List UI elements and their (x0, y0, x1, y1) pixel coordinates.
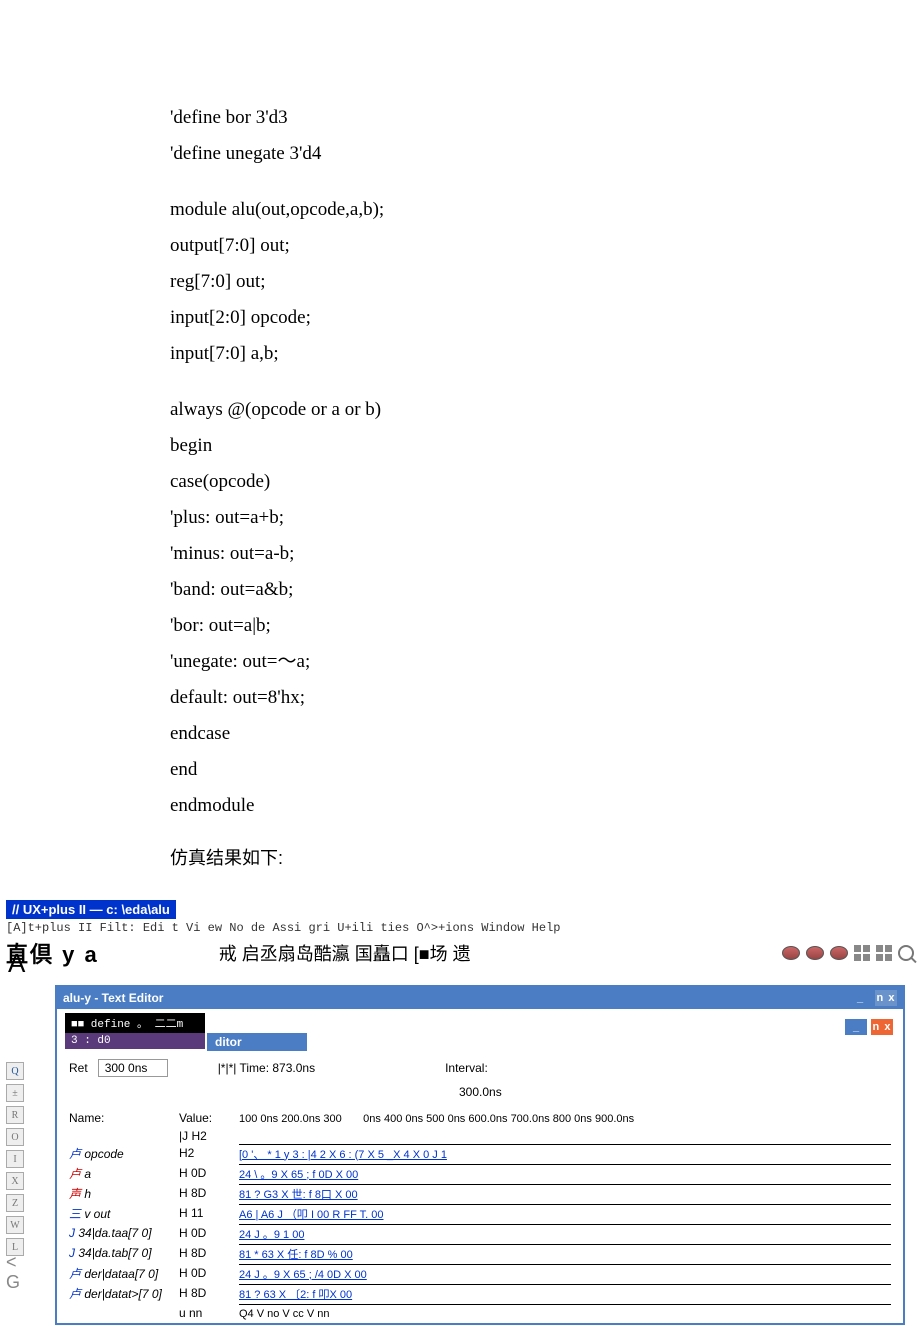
grid-icon[interactable] (854, 945, 870, 961)
code-line: default: out=8'hx; (170, 680, 920, 716)
signal-name: 卢 a (69, 1165, 179, 1182)
tool-icon[interactable]: R (6, 1106, 24, 1124)
app-title-bar: // UX+plus II — c: \eda\alu (6, 900, 176, 919)
code-line: 'plus: out=a+b; (170, 500, 920, 536)
code-line: input[7:0] a,b; (170, 336, 920, 372)
signal-value: H 8D (179, 1186, 239, 1200)
tool-icon[interactable]: I (6, 1150, 24, 1168)
time-ticks-right: 0ns 400 0ns 500 0ns 600.0ns 700.0ns 800 … (363, 1113, 634, 1125)
signal-row[interactable]: 三 v outH 11A6 | A6 J （叩 I 00 R FF T. 00 (57, 1203, 903, 1223)
name-column-header: Name: (69, 1111, 179, 1125)
waveform[interactable]: 81 ? 63 X 〔2: f 叩X 00 (239, 1284, 891, 1302)
waveform[interactable]: 24 J 。9 1 00 (239, 1224, 891, 1242)
waveform[interactable]: Q4 V no V cc V nn (239, 1304, 891, 1322)
waveform-window: alu-y - Text Editor _ n x _ n x ■■ defin… (55, 985, 905, 1325)
interval-label: Interval: (445, 1061, 488, 1075)
code-line: 'bor: out=a|b; (170, 608, 920, 644)
signal-row[interactable]: 卢 der|datat>[7 0]H 8D81 ? 63 X 〔2: f 叩X … (57, 1283, 903, 1303)
time-label: |*|*| Time: 873.0ns (218, 1061, 315, 1075)
signal-row[interactable]: 卢 opcodeH2[0 '、 * 1 y 3 : |4 2 X 6 : (7 … (57, 1143, 903, 1163)
code-line: 'band: out=a&b; (170, 572, 920, 608)
signal-name: J 34|da.taa[7 0] (69, 1226, 179, 1240)
simulation-result-label: 仿真结果如下: (0, 824, 920, 900)
signal-name: 三 v out (69, 1205, 179, 1222)
signal-name: 卢 der|datat>[7 0] (69, 1285, 179, 1302)
window-title: alu-y - Text Editor (63, 991, 163, 1005)
ref-label: Ret (69, 1061, 88, 1075)
signal-row[interactable]: 卢 der|dataa[7 0]H 0D24 J 。9 X 65 ; /4 0D… (57, 1263, 903, 1283)
left-tool-palette: Q ± R O I X Z W L (6, 1062, 24, 1256)
signal-value: H 11 (179, 1206, 239, 1220)
signal-value: H 0D (179, 1226, 239, 1240)
code-line: 'minus: out=a-b; (170, 536, 920, 572)
tool-icon[interactable]: X (6, 1172, 24, 1190)
toolbar-glyphs-mid: 戒 启丞扇岛酷瀛 国矗口 [■场 遗 (219, 940, 471, 966)
signal-row[interactable]: J 34|da.taa[7 0]H 0D24 J 。9 1 00 (57, 1223, 903, 1243)
tool-icon[interactable]: ± (6, 1084, 24, 1102)
magnifier-icon[interactable] (898, 945, 914, 961)
signal-row[interactable]: 卢 aH 0D24 \ 。9 X 65 ; f 0D X 00 (57, 1163, 903, 1183)
tool-icon[interactable]: Z (6, 1194, 24, 1212)
code-line: output[7:0] out; (170, 228, 920, 264)
window-button[interactable]: n x (875, 990, 897, 1006)
code-line: end (170, 752, 920, 788)
code-line: endcase (170, 716, 920, 752)
signal-value: H 0D (179, 1266, 239, 1280)
window-title-bar[interactable]: alu-y - Text Editor _ n x (57, 987, 903, 1009)
signal-value: H2 (179, 1146, 239, 1160)
value-column-header: Value: (179, 1111, 239, 1125)
code-line: case(opcode) (170, 464, 920, 500)
code-line: always @(opcode or a or b) (170, 392, 920, 428)
left-margin-glyphs: <G (6, 1252, 20, 1292)
code-line: 'define bor 3'd3 (170, 100, 920, 136)
code-line: begin (170, 428, 920, 464)
toolbar: 直倶 y a 戒 启丞扇岛酷瀛 国矗口 [■场 遗 (0, 937, 920, 973)
waveform[interactable]: 81 ? G3 X 世: f 8口 X 00 (239, 1184, 891, 1202)
code-line: input[2:0] opcode; (170, 300, 920, 336)
signal-value: H 8D (179, 1246, 239, 1260)
signal-value: H 8D (179, 1286, 239, 1300)
eye-icon[interactable] (782, 946, 800, 960)
time-ticks-left: 100 0ns 200.0ns 300 (239, 1113, 342, 1125)
tool-icon[interactable]: Q (6, 1062, 24, 1080)
signal-row[interactable]: J 34|da.tab[7 0]H 8D81 * 63 X 任: f 8D % … (57, 1243, 903, 1263)
tool-icon[interactable]: O (6, 1128, 24, 1146)
signal-name: 卢 der|dataa[7 0] (69, 1265, 179, 1282)
code-line: reg[7:0] out; (170, 264, 920, 300)
close-button[interactable]: n x (871, 1019, 893, 1035)
code-line: 'define unegate 3'd4 (170, 136, 920, 172)
waveform[interactable]: 81 * 63 X 任: f 8D % 00 (239, 1244, 891, 1262)
waveform[interactable]: 24 J 。9 X 65 ; /4 0D X 00 (239, 1264, 891, 1282)
signal-name: J 34|da.tab[7 0] (69, 1246, 179, 1260)
minimize-button[interactable]: _ (845, 1019, 867, 1035)
eye-icon[interactable] (830, 946, 848, 960)
waveform[interactable]: [0 '、 * 1 y 3 : |4 2 X 6 : (7 X 5 _X 4 X… (239, 1144, 891, 1162)
signal-value: u nn (179, 1306, 239, 1320)
minimize-button[interactable]: _ (849, 990, 871, 1006)
sub-value: |J H2 (179, 1129, 239, 1143)
signal-name: 卢 opcode (69, 1145, 179, 1162)
verilog-code-block: 'define bor 3'd3 'define unegate 3'd4 mo… (0, 0, 920, 824)
signal-name: 声 h (69, 1185, 179, 1202)
signal-value: H 0D (179, 1166, 239, 1180)
d0-bar: 3 : d0 (65, 1033, 205, 1049)
signal-row[interactable]: u nnQ4 V no V cc V nn (57, 1303, 903, 1323)
code-line: 'unegate: out=〜a; (170, 644, 920, 680)
ref-time-input[interactable]: 300 0ns (98, 1059, 168, 1077)
waveform[interactable]: A6 | A6 J （叩 I 00 R FF T. 00 (239, 1204, 891, 1222)
code-line: endmodule (170, 788, 920, 824)
big-a-glyph: A (8, 948, 25, 979)
define-bar: ■■ define 。 二二m (65, 1013, 205, 1033)
eye-icon[interactable] (806, 946, 824, 960)
tool-icon[interactable]: W (6, 1216, 24, 1234)
waveform[interactable]: 24 \ 。9 X 65 ; f 0D X 00 (239, 1164, 891, 1182)
grid-icon[interactable] (876, 945, 892, 961)
menu-bar[interactable]: [A]t+plus II Filt: Edi t Vi ew No de Ass… (0, 919, 920, 937)
interval-value: 300.0ns (459, 1085, 502, 1099)
signal-row[interactable]: 声 hH 8D81 ? G3 X 世: f 8口 X 00 (57, 1183, 903, 1203)
editor-tab[interactable]: ditor (207, 1033, 307, 1051)
code-line: module alu(out,opcode,a,b); (170, 192, 920, 228)
